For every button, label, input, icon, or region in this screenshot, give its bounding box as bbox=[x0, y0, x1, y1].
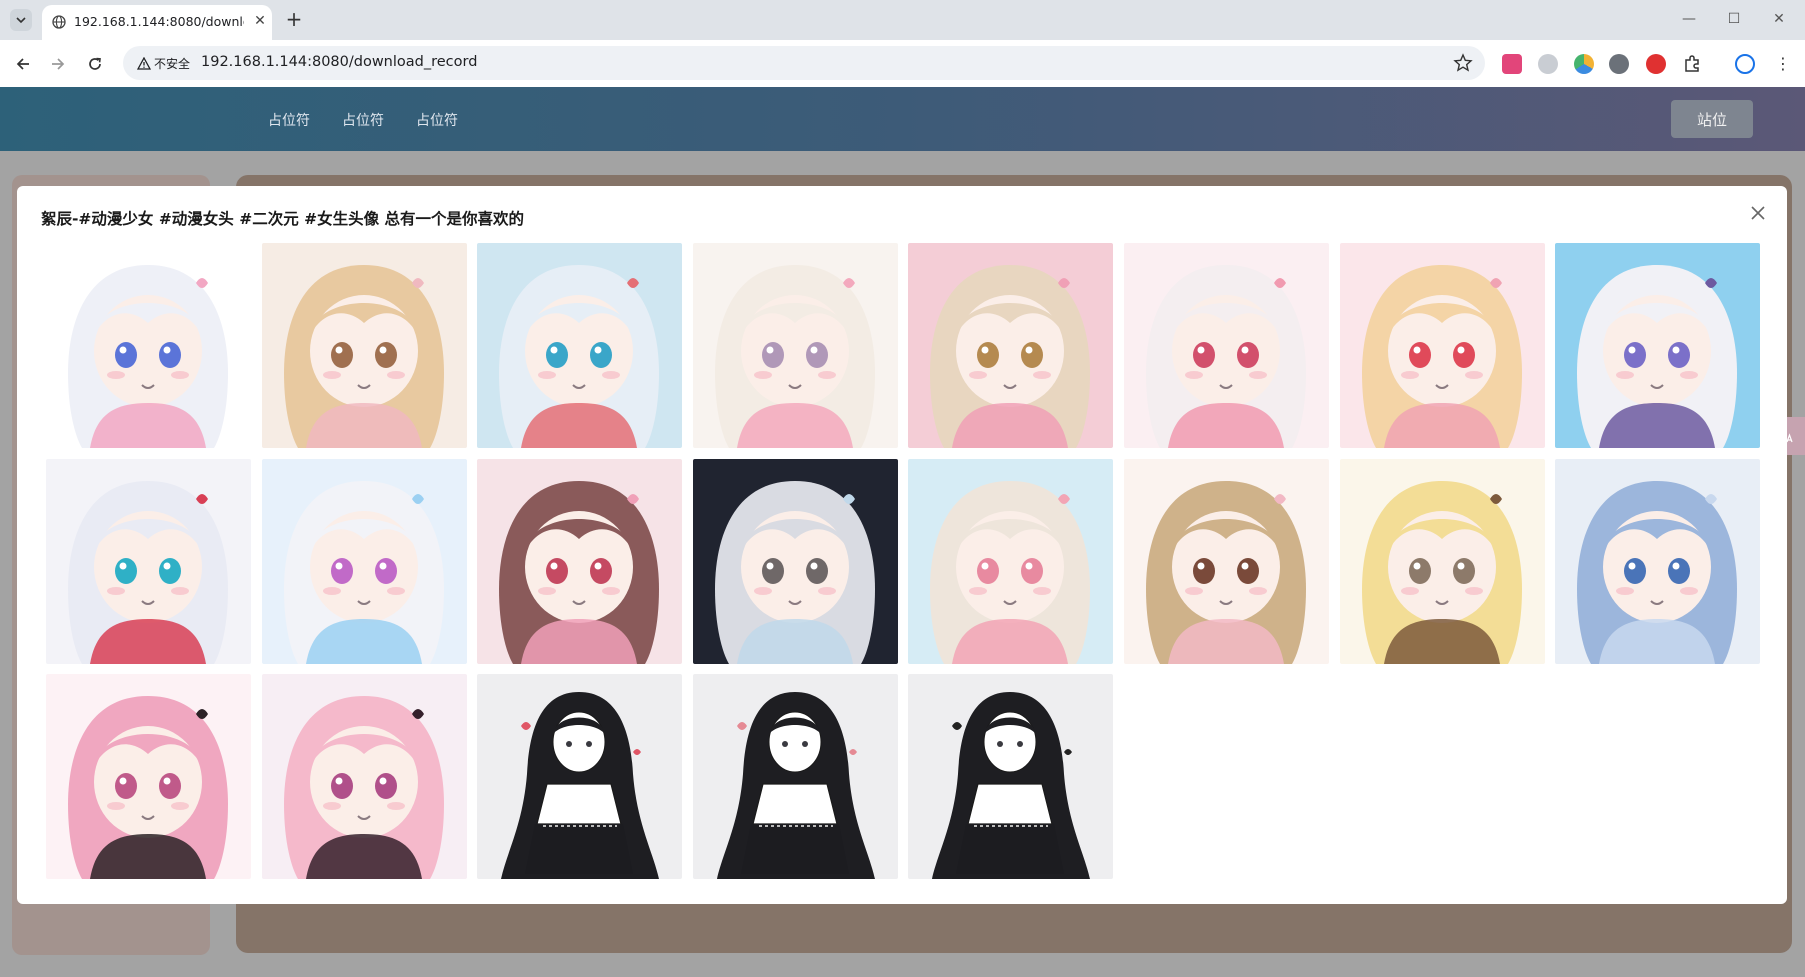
profile-avatar-icon[interactable] bbox=[1735, 54, 1755, 74]
browser-toolbar: 不安全 192.168.1.144:8080/download_record ⋮ bbox=[0, 40, 1805, 88]
thumbnail-image-12[interactable] bbox=[692, 458, 898, 664]
tab-search-button[interactable] bbox=[10, 9, 32, 31]
new-tab-button[interactable]: + bbox=[283, 8, 305, 30]
thumbnail-image-17[interactable] bbox=[46, 674, 251, 879]
tab-close-icon[interactable]: ✕ bbox=[250, 11, 270, 31]
thumbnail-image-15[interactable] bbox=[1339, 458, 1545, 664]
minimize-icon[interactable]: — bbox=[1674, 8, 1704, 30]
tab-title: 192.168.1.144:8080/download_record bbox=[74, 14, 244, 29]
nav-link-2[interactable]: 占位符 bbox=[342, 110, 384, 130]
warning-icon bbox=[137, 56, 151, 70]
thumbnail-image-14[interactable] bbox=[1124, 458, 1329, 664]
nav-link-3[interactable]: 占位符 bbox=[416, 110, 458, 130]
arrow-left-icon bbox=[16, 58, 29, 70]
close-window-icon[interactable]: ✕ bbox=[1764, 8, 1794, 30]
thumbnail-image-21[interactable] bbox=[908, 674, 1114, 879]
extensions-puzzle-icon[interactable] bbox=[1682, 54, 1702, 74]
thumbnail-image-1[interactable] bbox=[46, 243, 251, 448]
reload-icon bbox=[89, 57, 101, 70]
kebab-menu-icon[interactable]: ⋮ bbox=[1773, 54, 1793, 74]
maximize-icon[interactable]: ☐ bbox=[1719, 8, 1749, 30]
thumbnail-image-9[interactable] bbox=[46, 458, 251, 664]
nav-link-1[interactable]: 占位符 bbox=[268, 110, 310, 130]
browser-tab[interactable]: 192.168.1.144:8080/download_record ✕ bbox=[42, 5, 272, 40]
chevron-down-icon bbox=[16, 17, 26, 24]
url-text[interactable]: 192.168.1.144:8080/download_record bbox=[201, 54, 477, 70]
tab-strip: 192.168.1.144:8080/download_record ✕ + —… bbox=[0, 0, 1805, 40]
thumbnail-image-18[interactable] bbox=[261, 674, 467, 879]
thumbnail-image-13[interactable] bbox=[908, 458, 1114, 664]
thumbnail-image-11[interactable] bbox=[477, 458, 683, 664]
ghost-extension-icon[interactable] bbox=[1609, 54, 1629, 74]
thumbnail-image-6[interactable] bbox=[1124, 243, 1329, 448]
thumbnail-image-5[interactable] bbox=[908, 243, 1114, 448]
thumbnail-grid bbox=[46, 243, 1776, 883]
back-button[interactable] bbox=[11, 52, 35, 76]
modal-title: 絮辰-#动漫少女 #动漫女头 #二次元 #女生头像 总有一个是你喜欢的 bbox=[41, 210, 524, 228]
adblock-extension-icon[interactable] bbox=[1646, 54, 1666, 74]
thumbnail-image-7[interactable] bbox=[1339, 243, 1545, 448]
insecure-label: 不安全 bbox=[154, 56, 191, 71]
arrow-right-icon bbox=[52, 58, 65, 70]
thumbnail-image-4[interactable] bbox=[692, 243, 898, 448]
thumbnail-image-16[interactable] bbox=[1555, 458, 1761, 664]
forward-button[interactable] bbox=[46, 52, 70, 76]
globe-icon bbox=[52, 15, 66, 29]
mouse-extension-icon[interactable] bbox=[1538, 54, 1558, 74]
reload-button[interactable] bbox=[83, 52, 107, 76]
close-icon[interactable] bbox=[1749, 204, 1767, 222]
image-gallery-modal: 絮辰-#动漫少女 #动漫女头 #二次元 #女生头像 总有一个是你喜欢的 bbox=[17, 186, 1787, 904]
site-info-chip[interactable]: 不安全 bbox=[131, 51, 196, 75]
bookmark-star-icon[interactable] bbox=[1453, 53, 1473, 73]
site-header: 占位符 占位符 占位符 站位 bbox=[0, 87, 1805, 151]
thumbnail-image-2[interactable] bbox=[261, 243, 467, 448]
translate-extension-icon[interactable] bbox=[1502, 54, 1522, 74]
thumbnail-image-8[interactable] bbox=[1555, 243, 1761, 448]
header-button[interactable]: 站位 bbox=[1671, 100, 1753, 138]
colorful-extension-icon[interactable] bbox=[1574, 54, 1594, 74]
address-bar[interactable]: 不安全 192.168.1.144:8080/download_record bbox=[123, 46, 1485, 80]
thumbnail-image-20[interactable] bbox=[692, 674, 898, 879]
thumbnail-image-10[interactable] bbox=[261, 458, 467, 664]
thumbnail-image-3[interactable] bbox=[477, 243, 683, 448]
thumbnail-image-19[interactable] bbox=[477, 674, 683, 879]
